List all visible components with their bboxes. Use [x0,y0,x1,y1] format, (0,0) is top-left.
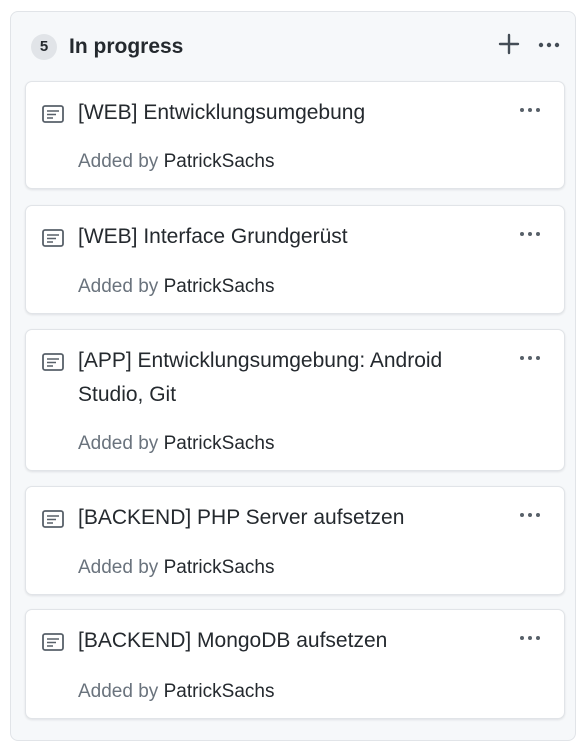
author-link[interactable]: PatrickSachs [164,557,275,578]
author-link[interactable]: PatrickSachs [164,151,275,172]
note-card[interactable]: [WEB] Interface Grundgerüst Added by Pat… [25,205,565,314]
card-meta: Added by PatrickSachs [78,149,274,175]
note-card[interactable]: [BACKEND] PHP Server aufsetzen Added by … [25,486,565,595]
card-menu-button[interactable] [518,226,542,236]
author-link[interactable]: PatrickSachs [164,433,275,454]
plus-icon [498,33,520,55]
author-link[interactable]: PatrickSachs [164,681,275,702]
card-menu-button[interactable] [518,507,542,517]
project-column: 5 In progress [WEB] Entwicklungsumgebung [10,11,576,741]
kebab-horizontal-icon [520,108,540,112]
kebab-horizontal-icon [538,42,560,48]
card-meta: Added by PatrickSachs [78,431,274,457]
card-meta: Added by PatrickSachs [78,274,274,300]
note-card[interactable]: [WEB] Entwicklungsumgebung Added by Patr… [25,81,565,189]
add-card-button[interactable] [497,32,521,56]
card-menu-button[interactable] [518,630,542,640]
card-title: [WEB] Entwicklungsumgebung [78,101,366,124]
author-link[interactable]: PatrickSachs [164,276,275,297]
added-by-label: Added by [78,433,159,454]
added-by-label: Added by [78,557,159,578]
note-icon [42,105,64,123]
card-title: [BACKEND] MongoDB aufsetzen [78,629,388,652]
column-header: 5 In progress [11,12,575,80]
card-title: [BACKEND] PHP Server aufsetzen [78,506,405,529]
card-count-badge: 5 [31,34,57,60]
column-menu-button[interactable] [537,36,561,54]
kebab-horizontal-icon [520,636,540,640]
note-icon [42,633,64,651]
note-card[interactable]: [APP] Entwicklungsumgebung: Android Stud… [25,329,565,471]
note-card[interactable]: [BACKEND] MongoDB aufsetzen Added by Pat… [25,609,565,719]
kebab-horizontal-icon [520,356,540,360]
note-icon [42,229,64,247]
card-title: [WEB] Interface Grundgerüst [78,225,348,248]
card-meta: Added by PatrickSachs [78,555,274,581]
added-by-label: Added by [78,681,159,702]
card-menu-button[interactable] [518,102,542,112]
kebab-horizontal-icon [520,232,540,236]
kebab-horizontal-icon [520,513,540,517]
note-icon [42,353,64,371]
card-menu-button[interactable] [518,350,542,360]
card-meta: Added by PatrickSachs [78,679,274,705]
column-title: In progress [69,35,184,58]
added-by-label: Added by [78,276,159,297]
note-icon [42,510,64,528]
card-title: [APP] Entwicklungsumgebung: Android Stud… [78,349,443,406]
added-by-label: Added by [78,151,159,172]
